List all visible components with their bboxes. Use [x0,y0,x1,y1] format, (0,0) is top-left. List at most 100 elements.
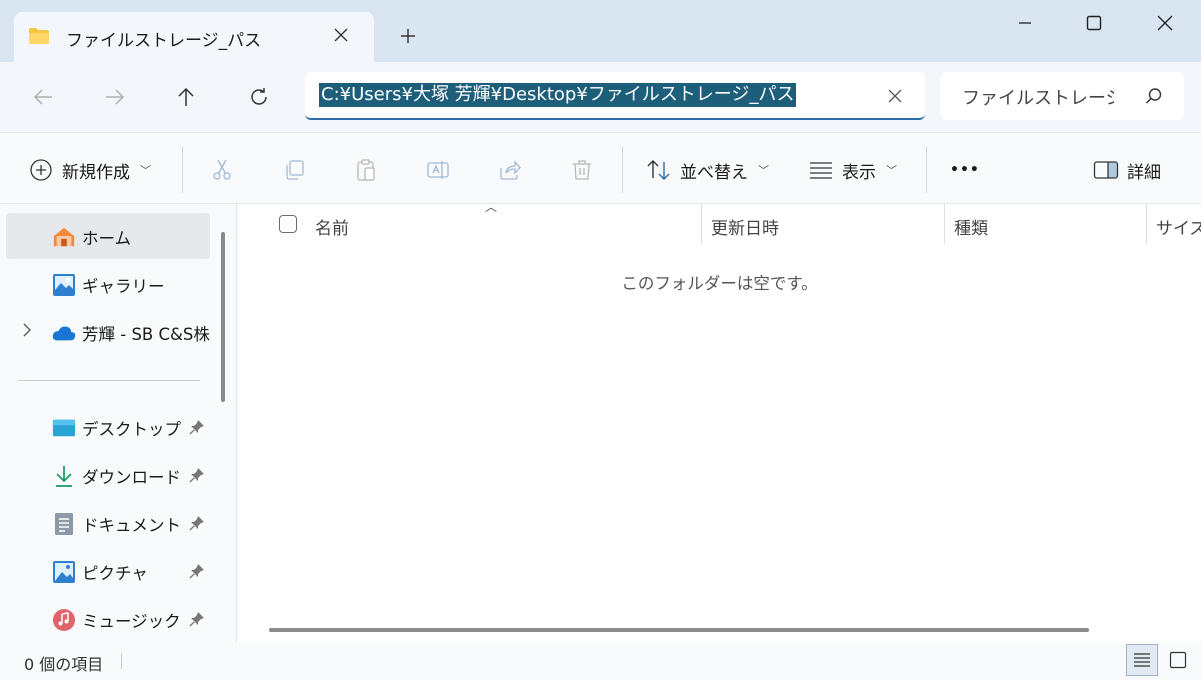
sidebar-item-onedrive[interactable]: 芳輝 - SB C&S株 [6,309,210,355]
chevron-down-icon: ﹀ [886,164,897,177]
horizontal-scrollbar[interactable] [269,628,1089,632]
chevron-down-icon: ﹀ [140,164,151,177]
column-divider[interactable] [701,204,702,244]
search-icon[interactable] [1144,86,1164,106]
column-name[interactable]: 名前 [315,214,349,239]
details-pane-icon [1093,157,1119,183]
search-box[interactable]: ファイルストレージ_パ [940,72,1184,120]
sidebar-item-label: 芳輝 - SB C&S株 [82,325,210,344]
scissors-icon [209,157,235,183]
clear-icon[interactable] [885,86,905,106]
rename-button[interactable] [425,157,451,183]
view-button[interactable]: 表示 ﹀ [808,157,897,183]
divider [182,147,183,193]
chevron-right-icon[interactable] [22,322,38,340]
maximize-icon[interactable] [1077,8,1111,38]
share-button[interactable] [497,157,523,183]
tab-title: ファイルストレージ_パス [66,31,262,51]
delete-button[interactable] [569,157,595,183]
sort-icon [646,157,672,183]
clipboard-icon [353,157,379,183]
tab-active[interactable]: ファイルストレージ_パス [14,12,374,62]
column-divider[interactable] [1146,204,1147,244]
pin-icon[interactable] [188,610,206,628]
pin-icon[interactable] [188,562,206,580]
column-size[interactable]: サイズ [1156,214,1201,239]
divider [622,147,623,193]
sidebar-item-home[interactable]: ホーム [6,213,210,259]
divider [18,380,200,381]
sidebar-item-label: デスクトップ [82,420,181,439]
column-type[interactable]: 種類 [954,214,988,239]
arrow-up-icon[interactable] [171,82,201,112]
sidebar-item-documents[interactable]: ドキュメント [6,500,210,546]
rename-icon [425,157,451,183]
navigation-pane: ホーム ギャラリー 芳輝 - SB C&S株 デスクトップ ダウンロード ドキュ… [0,204,236,642]
download-icon [52,464,76,488]
details-view-icon [1134,653,1150,667]
folder-icon [28,27,50,45]
new-label: 新規作成 [62,162,130,183]
column-divider[interactable] [944,204,945,244]
address-path[interactable]: C:¥Users¥大塚 芳輝¥Desktop¥ファイルストレージ_パス [319,83,797,107]
sidebar-item-music[interactable]: ミュージック [6,596,210,642]
sort-caret-icon: ︿ [485,200,498,214]
view-label: 表示 [842,162,876,183]
details-view-button[interactable] [1126,644,1158,676]
minimize-icon[interactable] [1008,8,1042,38]
close-icon[interactable] [1148,8,1182,38]
onedrive-cloud-icon [52,321,76,345]
paste-button[interactable] [353,157,379,183]
plus-icon[interactable] [396,24,420,48]
document-icon [52,512,76,536]
copy-button[interactable] [281,157,307,183]
column-header-row: ︿ 名前 更新日時 種類 サイズ [237,200,1201,248]
gallery-icon [52,273,76,297]
sort-label: 並べ替え [680,162,748,183]
home-icon [52,225,76,249]
navigation-bar: C:¥Users¥大塚 芳輝¥Desktop¥ファイルストレージ_パス ファイル… [0,62,1201,132]
tiles-view-icon [1169,651,1187,669]
status-bar: 0 個の項目 [0,642,1201,680]
sidebar-item-label: ギャラリー [82,277,165,296]
desktop-icon [52,416,76,440]
sidebar-item-label: ホーム [82,229,132,248]
empty-folder-message: このフォルダーは空です。 [621,274,818,293]
arrow-left-icon[interactable] [28,82,58,112]
column-modified[interactable]: 更新日時 [711,214,779,239]
pin-icon[interactable] [188,466,206,484]
more-options-button[interactable]: ••• [950,157,980,183]
sidebar-item-label: ドキュメント [82,516,181,535]
sort-button[interactable]: 並べ替え ﹀ [646,157,769,183]
more-icon: ••• [950,162,980,178]
sidebar-item-gallery[interactable]: ギャラリー [6,261,210,307]
new-button[interactable]: 新規作成 ﹀ [28,157,151,183]
pin-icon[interactable] [188,418,206,436]
sidebar-item-label: ピクチャ [82,564,148,583]
chevron-down-icon: ﹀ [758,164,769,177]
file-list: ︿ 名前 更新日時 種類 サイズ このフォルダーは空です。 [236,200,1201,642]
sidebar-item-label: ダウンロード [82,468,181,487]
details-pane-button[interactable]: 詳細 [1093,157,1161,183]
list-view-icon [808,157,834,183]
close-icon[interactable] [330,24,352,46]
pin-icon[interactable] [188,514,206,532]
tiles-view-button[interactable] [1162,644,1194,676]
arrow-right-icon[interactable] [100,82,130,112]
details-label: 詳細 [1127,162,1161,183]
divider [926,147,927,193]
sidebar-scrollbar[interactable] [221,232,225,402]
share-icon [497,157,523,183]
sidebar-item-pictures[interactable]: ピクチャ [6,548,210,594]
sidebar-item-desktop[interactable]: デスクトップ [6,404,210,450]
plus-circle-icon [28,157,54,183]
select-all-checkbox[interactable] [279,215,297,233]
item-count: 0 個の項目 [24,655,104,674]
search-input[interactable]: ファイルストレージ_パ [962,84,1114,110]
sidebar-item-downloads[interactable]: ダウンロード [6,452,210,498]
cut-button[interactable] [209,157,235,183]
divider [121,653,122,669]
address-bar[interactable]: C:¥Users¥大塚 芳輝¥Desktop¥ファイルストレージ_パス [305,72,925,120]
refresh-icon[interactable] [244,82,274,112]
sidebar-item-label: ミュージック [82,612,181,631]
